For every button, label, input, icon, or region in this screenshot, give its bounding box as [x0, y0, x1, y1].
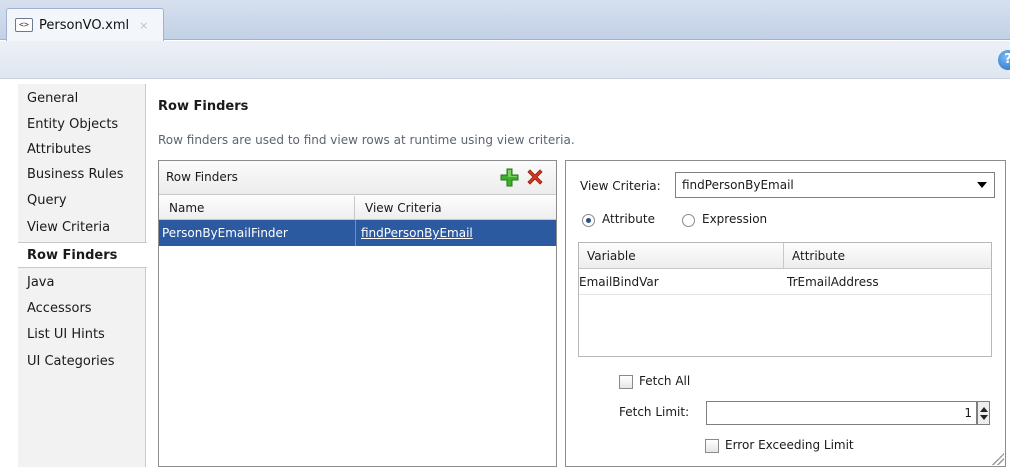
- nav-item-row-finders[interactable]: Row Finders: [18, 242, 147, 268]
- variable-table: Variable Attribute EmailBindVar TrEmailA…: [578, 242, 992, 357]
- delete-icon[interactable]: [525, 167, 545, 187]
- error-exceeding-limit-label[interactable]: Error Exceeding Limit: [725, 438, 854, 452]
- nav-item-list-ui-hints[interactable]: List UI Hints: [18, 322, 146, 348]
- table-row[interactable]: PersonByEmailFinder findPersonByEmail: [159, 220, 556, 246]
- expression-radio-label[interactable]: Expression: [702, 212, 767, 226]
- nav-item-accessors[interactable]: Accessors: [18, 296, 146, 322]
- nav-item-java[interactable]: Java: [18, 270, 146, 296]
- nav-item-attributes[interactable]: Attributes: [18, 137, 146, 163]
- nav-item-query[interactable]: Query: [18, 188, 146, 214]
- main-content: Row Finders Row finders are used to find…: [147, 80, 1010, 467]
- editor-tab-strip: <> PersonVO.xml ×: [0, 0, 1010, 41]
- nav-item-business-rules[interactable]: Business Rules: [18, 162, 146, 188]
- row-finders-panel-title: Row Finders: [166, 170, 238, 184]
- page-title: Row Finders: [158, 99, 249, 114]
- nav-item-ui-categories[interactable]: UI Categories: [18, 349, 146, 375]
- help-icon[interactable]: ?: [998, 50, 1010, 70]
- spinner-up-icon[interactable]: [980, 407, 988, 412]
- row-finder-name-cell[interactable]: PersonByEmailFinder: [162, 220, 288, 246]
- cell-divider: [355, 220, 356, 246]
- table-row[interactable]: EmailBindVar TrEmailAddress: [579, 269, 991, 295]
- row-finder-detail-panel: View Criteria: findPersonByEmail Attribu…: [565, 160, 1006, 467]
- editor-tab-personvo[interactable]: <> PersonVO.xml ×: [6, 8, 164, 41]
- fetch-limit-spinner[interactable]: [977, 401, 990, 425]
- nav-item-entity-objects[interactable]: Entity Objects: [18, 112, 146, 138]
- view-criteria-label: View Criteria:: [580, 179, 661, 193]
- xml-file-icon: <>: [15, 18, 33, 32]
- column-header-attribute[interactable]: Attribute: [784, 243, 991, 269]
- attribute-radio[interactable]: [582, 214, 595, 227]
- fetch-all-checkbox[interactable]: [619, 375, 633, 389]
- row-finder-view-criteria-link[interactable]: findPersonByEmail: [361, 220, 473, 246]
- column-header-name[interactable]: Name: [159, 196, 355, 220]
- column-header-variable[interactable]: Variable: [579, 243, 784, 269]
- attribute-radio-label[interactable]: Attribute: [602, 212, 655, 226]
- expression-radio[interactable]: [682, 214, 695, 227]
- fetch-limit-input[interactable]: 1: [706, 401, 977, 425]
- row-finders-header: Row Finders: [159, 161, 556, 195]
- chevron-down-icon[interactable]: [977, 182, 987, 188]
- page-description: Row finders are used to find view rows a…: [158, 133, 575, 147]
- view-criteria-select-value: findPersonByEmail: [682, 178, 794, 192]
- column-header-view-criteria[interactable]: View Criteria: [355, 196, 556, 220]
- view-criteria-select[interactable]: findPersonByEmail: [675, 172, 995, 198]
- fetch-all-label[interactable]: Fetch All: [639, 374, 690, 388]
- add-icon[interactable]: [500, 168, 519, 187]
- error-exceeding-limit-checkbox[interactable]: [705, 439, 719, 453]
- editor-tab-label: PersonVO.xml: [39, 17, 130, 33]
- editor-toolbar: ?: [0, 41, 1010, 79]
- fetch-limit-label: Fetch Limit:: [619, 405, 690, 419]
- resize-grip-icon[interactable]: [992, 453, 1004, 465]
- left-navigation: General Entity Objects Attributes Busine…: [18, 84, 147, 467]
- nav-item-general[interactable]: General: [18, 86, 146, 112]
- variable-cell[interactable]: EmailBindVar: [579, 269, 659, 295]
- nav-item-view-criteria[interactable]: View Criteria: [18, 215, 146, 241]
- spinner-down-icon[interactable]: [980, 415, 988, 420]
- close-tab-icon[interactable]: ×: [139, 19, 148, 32]
- row-finders-panel: Row Finders Name View Criteria PersonByE…: [158, 160, 557, 467]
- attribute-cell[interactable]: TrEmailAddress: [787, 269, 879, 295]
